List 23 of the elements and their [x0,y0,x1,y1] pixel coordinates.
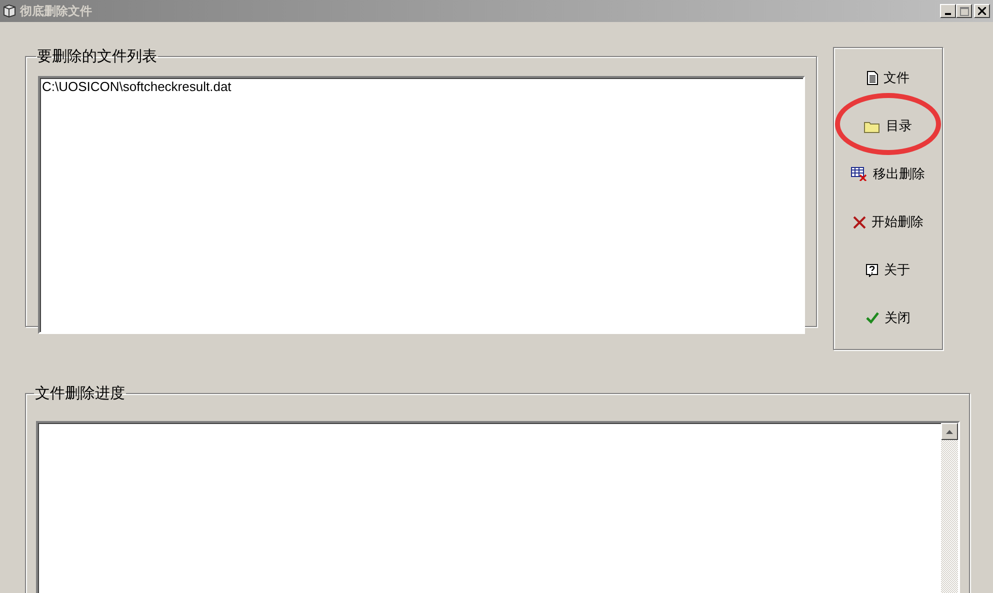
file-list[interactable]: C:\UOSICON\softcheckresult.dat [38,76,805,334]
toolbar-button[interactable]: 文件 [864,67,912,89]
group-label: 文件删除进度 [34,384,126,403]
scrollbar[interactable] [941,423,958,593]
toolbar-button[interactable]: 开始删除 [850,211,926,233]
toolbar-button[interactable]: 目录 [862,115,914,137]
toolbar-button[interactable]: 关于 [864,259,912,281]
window-title: 彻底删除文件 [20,2,93,20]
toolbar-button[interactable]: 移出删除 [849,163,927,185]
group-label: 要删除的文件列表 [36,47,158,66]
scroll-up-button[interactable] [941,423,958,440]
maximize-icon [960,6,968,16]
file-path[interactable]: C:\UOSICON\softcheckresult.dat [42,79,801,94]
close-icon [978,7,986,15]
list-remove-icon [851,167,867,181]
app-icon [3,4,16,18]
cross-icon [852,216,866,228]
help-icon [866,264,878,276]
checkmark-icon [866,312,878,324]
document-icon [866,71,878,85]
folder-icon [864,120,880,132]
toolbar-button[interactable]: 关闭 [864,307,912,329]
up-arrow-icon [946,430,953,434]
